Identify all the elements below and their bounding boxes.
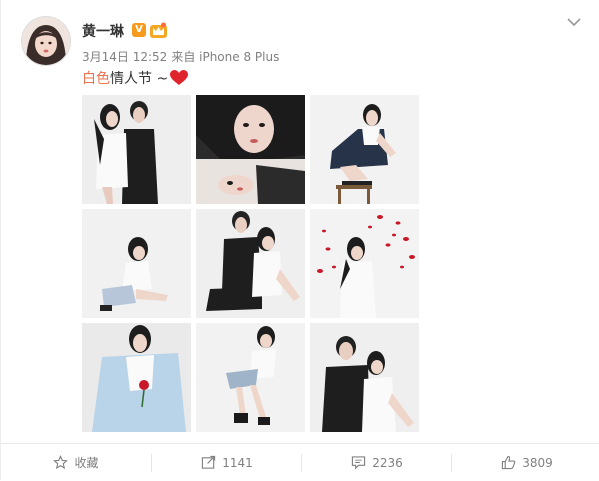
post-text-body: 情人节 ~ (110, 71, 169, 87)
thumbs-up-icon (502, 455, 516, 470)
verified-badge-icon[interactable]: V (132, 23, 146, 37)
photo-7-blue-coat-rose[interactable] (82, 323, 191, 432)
post-text: 白色情人节 ~ (82, 68, 189, 88)
star-icon (53, 455, 69, 470)
favorite-button[interactable]: 收藏 (1, 444, 151, 481)
photo-6-rose-petals[interactable] (310, 209, 419, 318)
avatar-ring (21, 16, 71, 66)
post-date[interactable]: 3月14日 12:52 (82, 50, 167, 64)
photo-9-couple-embrace[interactable] (310, 323, 419, 432)
chevron-down-icon[interactable] (566, 16, 582, 28)
username[interactable]: 黄一琳 (82, 21, 124, 41)
photo-5-couple-sitting[interactable] (196, 209, 305, 318)
photo-8-standing-pose[interactable] (196, 323, 305, 432)
photo-grid (82, 95, 420, 433)
red-heart-icon (170, 70, 189, 85)
photo-2-closeup[interactable] (196, 95, 305, 204)
photo-1-couple-standing[interactable] (82, 95, 191, 204)
weibo-post-card: 黄一琳 V 3月14日 12:52 来自 iPhone 8 Plus 白色情人节 … (0, 0, 599, 481)
repost-count: 1141 (222, 455, 253, 470)
post-source: 来自 iPhone 8 Plus (171, 50, 280, 64)
like-count: 3809 (522, 455, 553, 470)
like-button[interactable]: 3809 (452, 444, 599, 481)
post-text-tag[interactable]: 白色 (82, 71, 110, 87)
repost-button[interactable]: 1141 (152, 444, 302, 481)
comment-button[interactable]: 2236 (302, 444, 452, 481)
vip-crown-icon[interactable] (150, 22, 167, 38)
post-meta: 3月14日 12:52 来自 iPhone 8 Plus (82, 48, 283, 65)
photo-4-crouching[interactable] (82, 209, 191, 318)
action-bar: 收藏 1141 2236 3809 (1, 443, 599, 481)
photo-3-sitting-stool[interactable] (310, 95, 419, 204)
comment-count: 2236 (372, 455, 403, 470)
favorite-label: 收藏 (74, 456, 99, 470)
comment-icon (352, 456, 366, 470)
repost-icon (202, 455, 216, 469)
